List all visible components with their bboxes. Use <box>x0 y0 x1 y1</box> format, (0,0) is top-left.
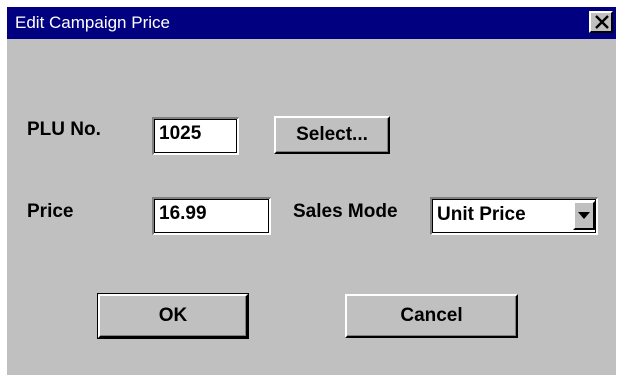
select-button[interactable]: Select... <box>274 116 390 154</box>
title-bar[interactable]: Edit Campaign Price <box>7 7 616 39</box>
ok-button[interactable]: OK <box>97 293 249 339</box>
chevron-down-icon <box>578 212 590 219</box>
close-button[interactable] <box>589 11 613 33</box>
cancel-button[interactable]: Cancel <box>345 294 518 338</box>
close-icon <box>595 15 609 29</box>
sales-mode-label: Sales Mode <box>293 201 398 222</box>
dialog-title: Edit Campaign Price <box>15 13 170 32</box>
sales-mode-dropdown-button[interactable] <box>573 201 595 230</box>
price-input[interactable]: 16.99 <box>152 197 271 235</box>
sales-mode-select[interactable]: Unit Price <box>430 197 598 235</box>
plu-label: PLU No. <box>27 119 101 140</box>
edit-campaign-price-dialog: Edit Campaign Price PLU No. 1025 Select.… <box>7 7 616 375</box>
plu-input[interactable]: 1025 <box>152 117 239 155</box>
price-label: Price <box>27 201 74 222</box>
sales-mode-value: Unit Price <box>437 204 526 225</box>
